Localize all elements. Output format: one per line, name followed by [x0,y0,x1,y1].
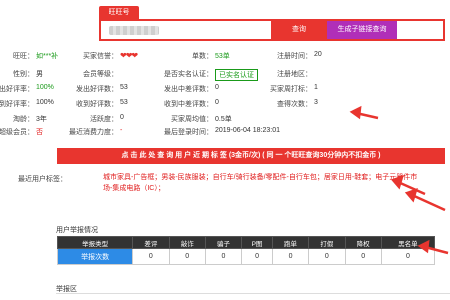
info-label: 活跃度： [90,116,118,123]
info-value: 0.5单 [215,116,232,123]
info-value: 100% [36,99,54,106]
info-value: 0 [215,84,219,91]
table-header: 打假 [308,236,346,249]
table-header: 差评 [132,236,170,249]
recent-tags-label: 最近用户标签： [18,176,67,183]
verified-badge: 已实名认证 [215,69,258,81]
arrow-weekly-avg-head [349,105,362,120]
table-cell-row-label: 举报次数 [56,248,134,265]
info-value: 2019-06-04 18:23:01 [215,127,280,134]
report-table: 举报类型 差评 敲诈 骗子 P图 跑单 打假 降权 黑名单 举报次数 0 0 0 0 0 0 0 0 [56,236,436,265]
arrow-weekly-avg [355,111,379,120]
info-value: 如***补 [36,53,59,60]
info-label: 是否超级会员： [0,129,34,136]
info-value: 53 [120,99,128,106]
query-button[interactable]: 查询 [271,21,327,39]
info-value: 已实名认证 [215,69,258,81]
info-label: 注册地区： [277,71,312,78]
info-label: 最后登录时间： [164,129,213,136]
info-value: 100% [36,84,54,91]
info-label: 淘龄： [13,116,34,123]
info-value: 53单 [215,53,230,60]
table-cell: 0 [271,248,310,265]
info-label: 收到中差评数： [164,101,213,108]
info-value: 3年 [36,116,47,123]
info-value: 男 [36,71,43,78]
table-header: 骗子 [204,236,243,249]
info-label: 会员等级： [83,71,118,78]
info-value: 1 [314,84,318,91]
info-value: 53 [120,84,128,91]
info-label: 查得次数： [277,101,312,108]
info-label: 买家周打标： [270,86,312,93]
arrow-tags-2 [411,193,446,212]
table-header: 黑名单 [380,236,436,249]
divider [56,293,450,294]
info-label: 是否实名认证： [164,71,213,78]
table-cell: 0 [168,248,206,265]
info-label: 单数： [192,53,213,60]
info-value: 20 [314,51,322,58]
table-cell: 0 [308,248,346,265]
info-label: 买家周均值： [171,116,213,123]
table-row: 举报次数 0 0 0 0 0 0 0 0 [56,248,436,265]
table-header: 举报类型 [56,236,134,249]
search-bar: 查询 生成子链接查询 [99,19,445,41]
info-label: 最近消费力度： [69,129,118,136]
info-label: 收到好评率： [0,101,34,108]
info-value: - [120,127,123,134]
table-cell: 0 [204,248,243,265]
table-header: 降权 [344,236,382,249]
info-label: 发出中差评数： [164,86,213,93]
info-value: ❤❤❤ [120,51,138,60]
info-label: 发出好评率： [0,86,34,93]
table-header: 跑单 [271,236,310,249]
info-label: 注册时间： [277,53,312,60]
info-value: 0 [215,99,219,106]
table-cell: 0 [344,248,382,265]
recent-tags-text: 城市家具-广告框；男装-民族服装；自行车/骑行装备/零配件-自行车包；居家日用-… [103,174,418,192]
info-label: 收到好评数： [76,101,118,108]
info-value: 0 [120,114,124,121]
query-tags-banner[interactable]: 点 击 此 处 查 询 用 户 近 期 标 签 (3金币/次) ( 同 一 个旺… [57,148,445,164]
table-cell: 0 [380,248,436,265]
table-header: P图 [241,236,273,249]
table-cell: 0 [241,248,273,265]
report-section-title: 用户举报情况 [56,227,98,234]
info-value: 3 [314,99,318,106]
tab-wangwang[interactable]: 旺旺号 [99,6,139,20]
table-header: 敲诈 [168,236,206,249]
generate-sublink-query-button[interactable]: 生成子链接查询 [327,21,397,39]
info-label: 买家信誉： [83,53,118,60]
info-label: 性别： [13,71,34,78]
table-cell: 0 [132,248,170,265]
info-value: 否 [36,129,43,136]
info-label: 旺旺： [13,53,34,60]
info-label: 发出好评数： [76,86,118,93]
blurred-account-name [109,26,159,35]
